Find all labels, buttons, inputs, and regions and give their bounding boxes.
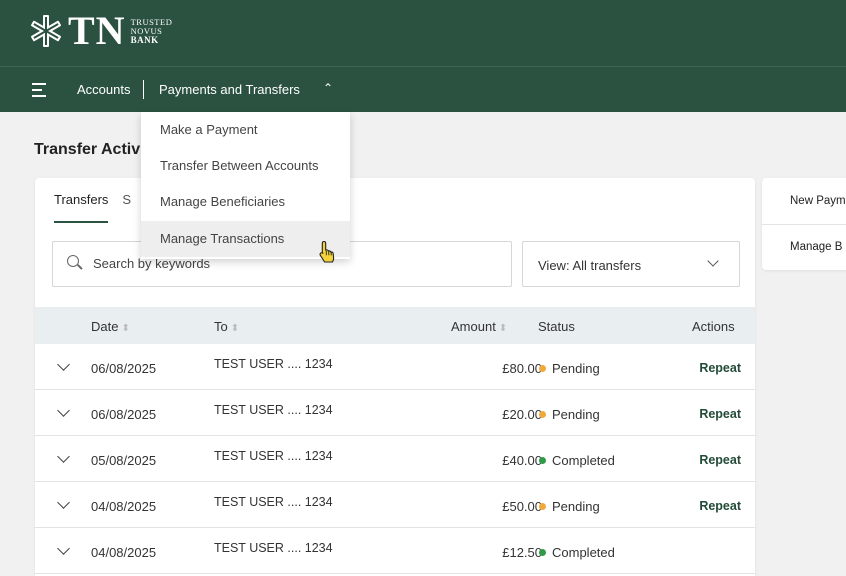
logo-line-3: BANK — [130, 34, 159, 45]
tab-transfers[interactable]: Transfers — [54, 192, 109, 223]
row-date: 06/08/2025 — [91, 361, 157, 376]
row-amount: £12.50 — [502, 545, 542, 560]
header-to[interactable]: To ⬍ — [214, 319, 239, 334]
nav-separator — [143, 80, 144, 99]
header-date[interactable]: Date ⬍ — [91, 319, 130, 334]
main-nav: Accounts Payments and Transfers ⌃ — [0, 66, 846, 112]
logo-letters: TN — [68, 8, 126, 53]
row-date: 06/08/2025 — [91, 407, 157, 422]
view-filter-select[interactable]: View: All transfers — [522, 241, 740, 287]
view-filter-label: View: All transfers — [538, 258, 642, 273]
row-recipient: TEST USER .... 1234 — [214, 357, 333, 371]
row-status: Pending — [539, 499, 600, 514]
row-status: Completed — [539, 545, 615, 560]
sort-icon: ⬍ — [230, 323, 240, 334]
row-amount: £40.00 — [502, 453, 542, 468]
expand-chevron-icon[interactable] — [57, 404, 70, 417]
sort-icon: ⬍ — [498, 323, 508, 334]
status-dot-icon — [539, 411, 546, 418]
row-date: 05/08/2025 — [91, 453, 157, 468]
table-row: 06/08/2025 TEST USER .... 1234 £20.00 Pe… — [35, 390, 755, 436]
menu-item-manage-beneficiaries[interactable]: Manage Beneficiaries — [141, 184, 350, 220]
quick-links-card: New Paym Manage B — [762, 178, 846, 270]
chevron-up-icon[interactable]: ⌃ — [323, 81, 333, 95]
header-status: Status — [538, 319, 575, 334]
bank-logo[interactable]: TN TRUSTED NOVUS BANK — [30, 8, 173, 53]
table-row: 04/08/2025 TEST USER .... 1234 £50.00 Pe… — [35, 482, 755, 528]
divider — [762, 224, 846, 225]
row-amount: £20.00 — [502, 407, 542, 422]
row-status: Completed — [539, 453, 615, 468]
row-recipient: TEST USER .... 1234 — [214, 495, 333, 509]
search-icon — [67, 255, 79, 267]
status-dot-icon — [539, 365, 546, 372]
repeat-button[interactable]: Repeat — [699, 453, 741, 467]
row-date: 04/08/2025 — [91, 545, 157, 560]
repeat-button[interactable]: Repeat — [699, 361, 741, 375]
payments-dropdown-menu: Make a Payment Transfer Between Accounts… — [141, 112, 350, 259]
expand-chevron-icon[interactable] — [57, 358, 70, 371]
row-recipient: TEST USER .... 1234 — [214, 449, 333, 463]
logo-icon — [31, 15, 61, 47]
row-amount: £80.00 — [502, 361, 542, 376]
status-dot-icon — [539, 457, 546, 464]
repeat-button[interactable]: Repeat — [699, 499, 741, 513]
table-row: 05/08/2025 TEST USER .... 1234 £40.00 Co… — [35, 436, 755, 482]
page-title: Transfer Activ — [34, 141, 141, 158]
expand-chevron-icon[interactable] — [57, 496, 70, 509]
row-date: 04/08/2025 — [91, 499, 157, 514]
repeat-button[interactable]: Repeat — [699, 407, 741, 421]
top-header: TN TRUSTED NOVUS BANK — [0, 0, 846, 66]
menu-item-make-a-payment[interactable]: Make a Payment — [141, 112, 350, 148]
menu-item-transfer-between-accounts[interactable]: Transfer Between Accounts — [141, 148, 350, 184]
row-amount: £50.00 — [502, 499, 542, 514]
expand-chevron-icon[interactable] — [57, 542, 70, 555]
status-dot-icon — [539, 503, 546, 510]
new-payment-link[interactable]: New Paym — [790, 195, 846, 207]
tab-bar: Transfers S — [54, 192, 145, 223]
manage-beneficiaries-link[interactable]: Manage B — [790, 241, 842, 253]
row-recipient: TEST USER .... 1234 — [214, 403, 333, 417]
table-row: 06/08/2025 TEST USER .... 1234 £80.00 Pe… — [35, 344, 755, 390]
row-recipient: TEST USER .... 1234 — [214, 541, 333, 555]
header-amount[interactable]: Amount ⬍ — [451, 319, 507, 334]
nav-payments-and-transfers[interactable]: Payments and Transfers — [159, 82, 300, 97]
header-actions: Actions — [692, 319, 735, 334]
sort-icon: ⬍ — [121, 323, 130, 334]
hamburger-icon[interactable] — [32, 83, 46, 101]
table-header: Date ⬍ To ⬍ Amount ⬍ Status Actions — [35, 307, 755, 344]
tab-secondary[interactable]: S — [122, 192, 131, 223]
chevron-down-icon — [707, 255, 719, 267]
expand-chevron-icon[interactable] — [57, 450, 70, 463]
hand-pointer-icon — [319, 240, 335, 263]
logo-wordmark: TRUSTED NOVUS BANK — [130, 17, 173, 45]
row-status: Pending — [539, 361, 600, 376]
status-dot-icon — [539, 549, 546, 556]
nav-accounts[interactable]: Accounts — [77, 82, 130, 97]
row-status: Pending — [539, 407, 600, 422]
table-row: 04/08/2025 TEST USER .... 1234 £12.50 Co… — [35, 528, 755, 574]
